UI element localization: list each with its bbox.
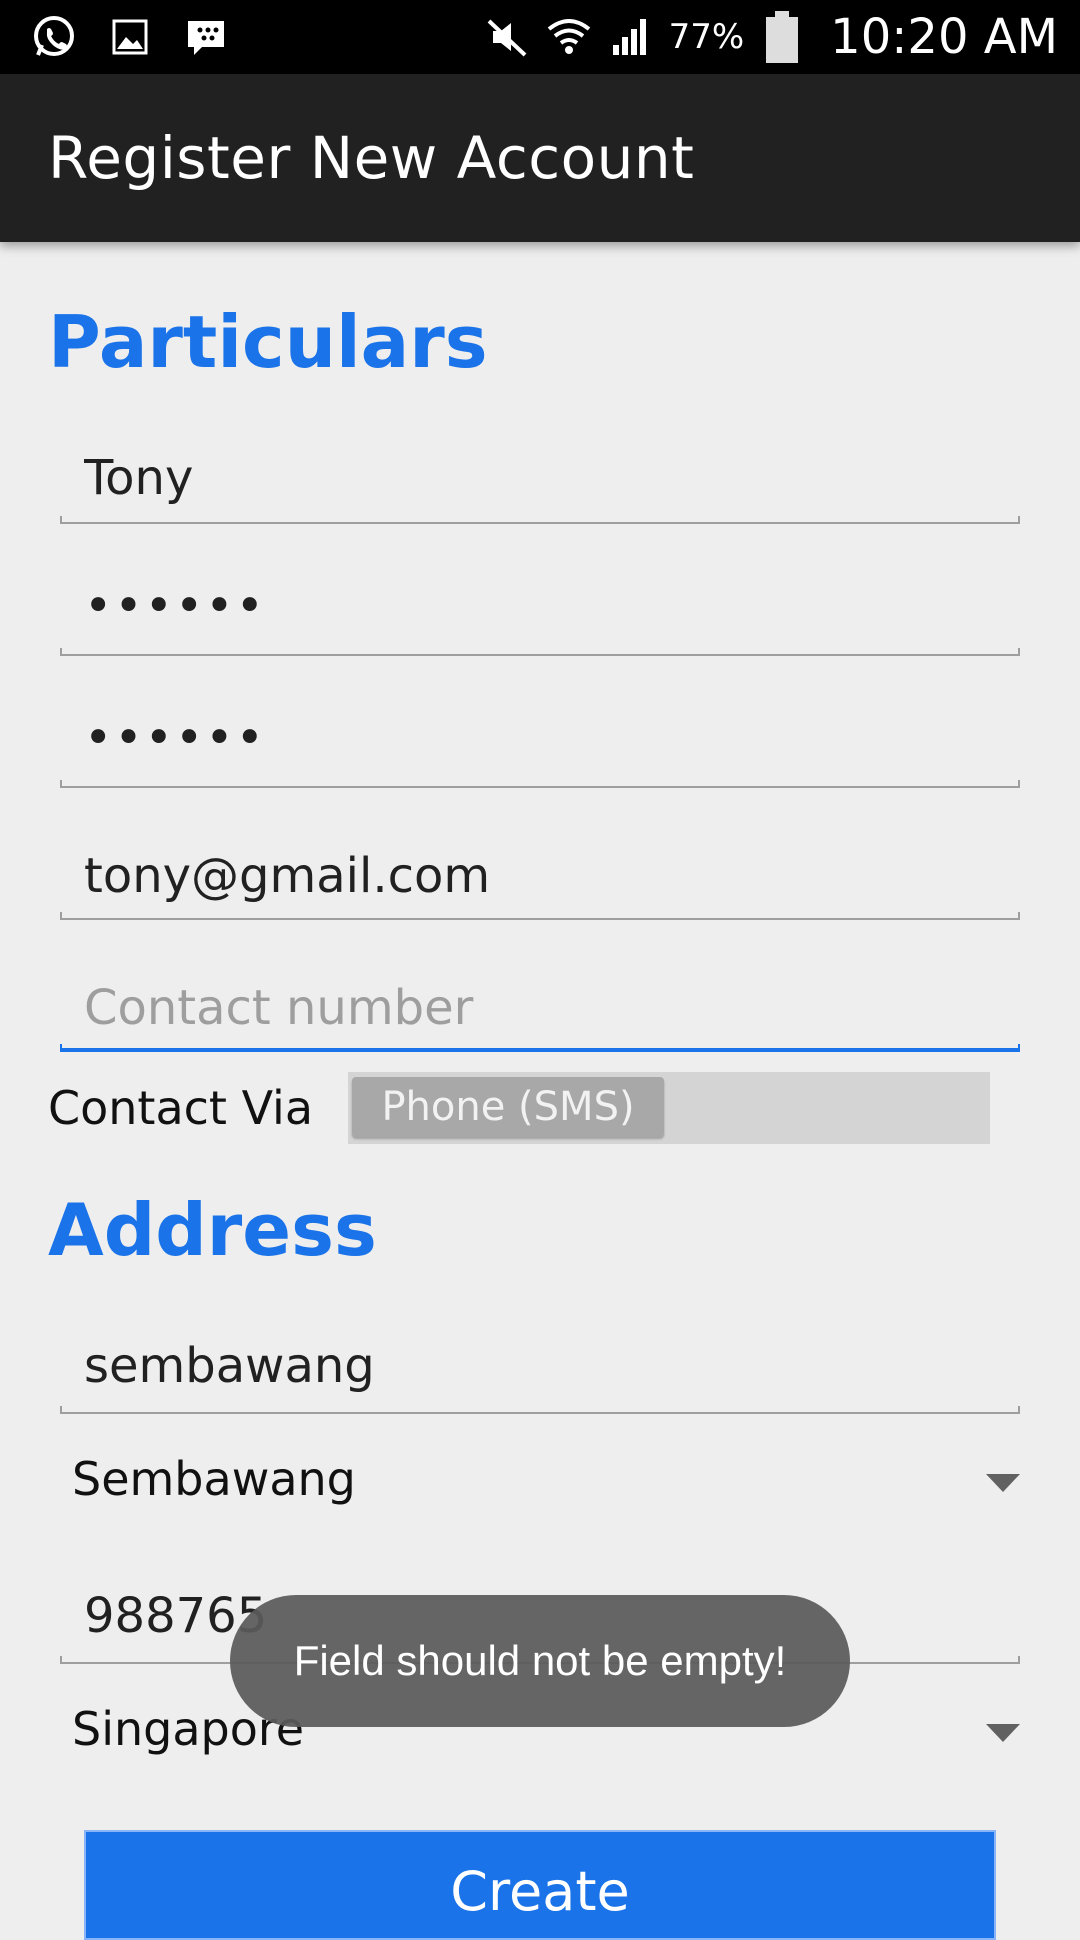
dropdown-arrow-icon <box>986 1724 1020 1742</box>
mute-icon <box>483 13 531 61</box>
password-value: •••••• <box>84 578 266 634</box>
wifi-icon <box>545 13 593 61</box>
particulars-heading: Particulars <box>48 300 488 384</box>
dropdown-arrow-icon <box>986 1474 1020 1492</box>
contact-via-label: Contact Via <box>48 1081 314 1135</box>
contact-number-field[interactable] <box>60 978 1020 1038</box>
contact-number-field-underline <box>60 1044 1020 1052</box>
app-bar: Register New Account <box>0 74 1080 242</box>
district-spinner[interactable]: Sembawang <box>60 1448 1020 1518</box>
battery-icon <box>758 11 806 63</box>
contact-via-toggle[interactable]: Phone (SMS) <box>348 1072 990 1144</box>
gallery-icon <box>106 13 154 61</box>
name-field-underline <box>60 516 1020 524</box>
confirm-password-value: •••••• <box>84 710 266 766</box>
notification-icons <box>30 10 230 64</box>
password-field[interactable]: •••••• <box>60 578 1020 638</box>
email-field-underline <box>60 912 1020 920</box>
status-bar: 77% 10:20 AM <box>0 0 1080 74</box>
contact-via-option[interactable]: Phone (SMS) <box>352 1077 664 1137</box>
signal-icon <box>607 13 655 61</box>
address-heading: Address <box>48 1188 377 1272</box>
page-title: Register New Account <box>48 124 695 192</box>
system-status: 77% 10:20 AM <box>483 0 1058 74</box>
confirm-password-field[interactable]: •••••• <box>60 710 1020 770</box>
password-field-underline <box>60 648 1020 656</box>
bbm-icon <box>182 13 230 61</box>
whatsapp-icon <box>30 13 78 61</box>
email-field[interactable] <box>60 846 1020 906</box>
clock: 10:20 AM <box>830 9 1058 65</box>
battery-percent: 77% <box>668 17 745 57</box>
create-button[interactable]: Create <box>84 1830 996 1940</box>
toast-message: Field should not be empty! <box>230 1595 850 1727</box>
district-selected: Sembawang <box>72 1452 356 1506</box>
street-field[interactable] <box>60 1336 1020 1396</box>
name-field[interactable] <box>60 448 1020 508</box>
confirm-password-field-underline <box>60 780 1020 788</box>
street-field-underline <box>60 1406 1020 1414</box>
